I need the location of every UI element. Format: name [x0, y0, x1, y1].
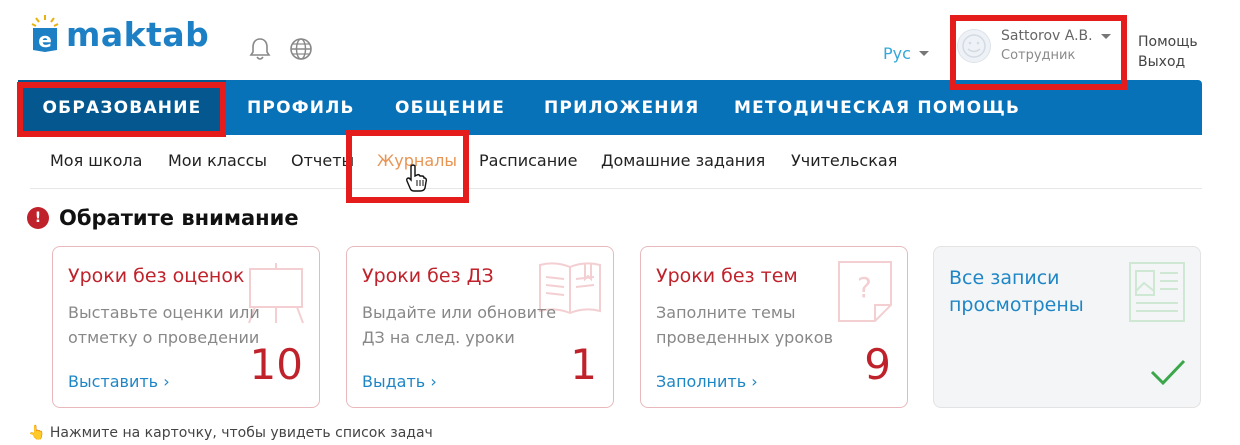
- user-role: Сотрудник: [1001, 48, 1076, 63]
- nav-item-communication[interactable]: ОБЩЕНИЕ: [395, 80, 505, 135]
- card-action-link[interactable]: Выставить ›: [68, 372, 170, 391]
- card-description: Выставьте оценки или отметку о проведении: [68, 303, 260, 347]
- subnav-item-my-school[interactable]: Моя школа: [50, 151, 142, 170]
- chevron-down-icon: [918, 51, 929, 56]
- nav-item-apps[interactable]: ПРИЛОЖЕНИЯ: [544, 80, 699, 135]
- nav-item-profile[interactable]: ПРОФИЛЬ: [247, 80, 355, 135]
- bell-icon[interactable]: [249, 37, 271, 65]
- main-nav: ОБРАЗОВАНИЕ ПРОФИЛЬ ОБЩЕНИЕ ПРИЛОЖЕНИЯ М…: [18, 80, 1202, 135]
- card-description: Выдайте или обновите ДЗ на след. уроки: [362, 303, 557, 347]
- card-count: 9: [864, 340, 891, 389]
- card-description: Заполните темы проведенных уроков: [656, 303, 833, 347]
- globe-icon[interactable]: [289, 37, 313, 65]
- user-name: Sattorov A.B.: [1001, 28, 1093, 44]
- card-all-viewed[interactable]: Все записи просмотрены: [933, 246, 1201, 408]
- nav-item-methodical-help[interactable]: МЕТОДИЧЕСКАЯ ПОМОЩЬ: [734, 80, 1020, 135]
- user-menu[interactable]: Sattorov A.B. Сотрудник: [957, 28, 1111, 63]
- card-action-link[interactable]: Выдать ›: [362, 372, 437, 391]
- brand-name: maktab: [66, 14, 210, 54]
- subnav-item-schedule[interactable]: Расписание: [479, 151, 577, 170]
- subnav-item-homework[interactable]: Домашние задания: [601, 151, 765, 170]
- svg-text:e: e: [38, 28, 52, 52]
- help-link[interactable]: Помощь: [1138, 32, 1198, 52]
- subnav-item-my-classes[interactable]: Мои классы: [168, 151, 267, 170]
- checkmark-icon: [1150, 359, 1186, 389]
- avatar: [957, 29, 991, 63]
- subnav-item-reports[interactable]: Отчеты: [291, 151, 354, 170]
- alert-icon: !: [27, 207, 49, 229]
- footer-hint: 👆 Нажмите на карточку, чтобы увидеть спи…: [28, 425, 433, 441]
- sub-nav: Моя школа Мои классы Отчеты Журналы Расп…: [30, 136, 1202, 189]
- card-count: 1: [570, 340, 597, 389]
- card-title: Уроки без тем: [656, 265, 798, 287]
- card-title: Уроки без оценок: [68, 265, 245, 287]
- chevron-down-icon: [1100, 33, 1111, 39]
- card-lessons-without-homework[interactable]: Уроки без ДЗ Выдайте или обновите ДЗ на с…: [346, 246, 614, 408]
- logout-link[interactable]: Выход: [1138, 52, 1198, 72]
- card-lessons-without-topics[interactable]: ? Уроки без тем Заполните темы проведенны…: [640, 246, 908, 408]
- subnav-item-teachers-room[interactable]: Учительская: [791, 151, 897, 170]
- document-icon: [1126, 261, 1188, 327]
- card-lessons-without-grades[interactable]: Уроки без оценок Выставьте оценки или отм…: [52, 246, 320, 408]
- language-label: Рус: [883, 44, 911, 63]
- nav-item-education[interactable]: ОБРАЗОВАНИЕ: [18, 80, 226, 135]
- logo[interactable]: e maktab: [30, 14, 209, 54]
- card-title: Все записи просмотрены: [949, 267, 1084, 316]
- attention-title: Обратите внимание: [59, 206, 299, 230]
- card-action-link[interactable]: Заполнить ›: [656, 372, 758, 391]
- card-count: 10: [249, 340, 303, 389]
- card-title: Уроки без ДЗ: [362, 265, 494, 287]
- svg-text:?: ?: [857, 271, 872, 304]
- hand-cursor-icon: [404, 164, 428, 196]
- language-selector[interactable]: Рус: [883, 44, 929, 63]
- logo-e-icon: e: [30, 14, 60, 54]
